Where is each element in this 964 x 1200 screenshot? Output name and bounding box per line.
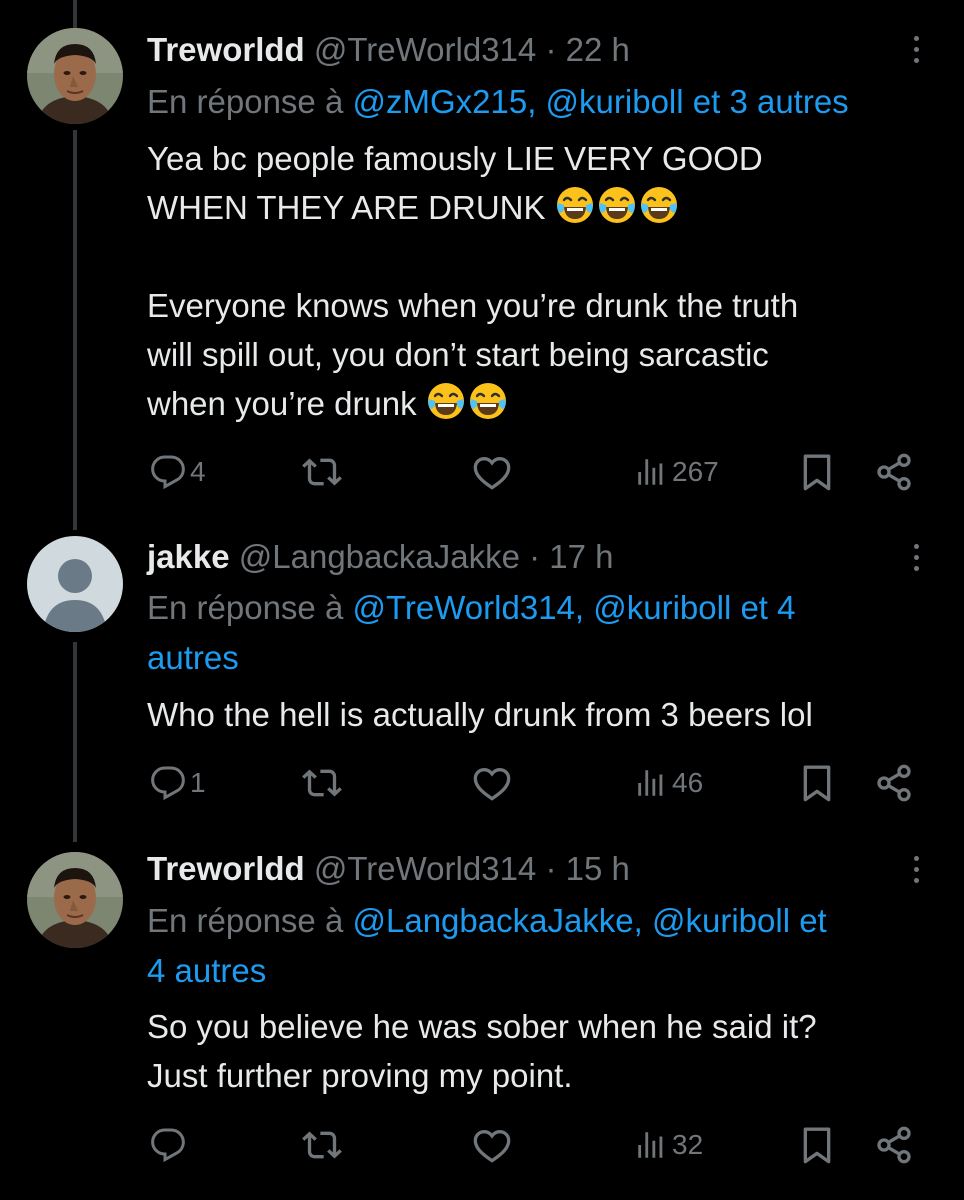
tweet-header: Treworldd @TreWorld314 · 22 h <box>147 25 630 75</box>
avatar[interactable] <box>27 852 123 948</box>
bookmark-button[interactable] <box>797 758 837 808</box>
views-icon <box>634 455 668 489</box>
reply-prefix: En réponse à <box>147 902 344 939</box>
bookmark-button[interactable] <box>797 1120 837 1170</box>
separator: · <box>545 850 557 887</box>
like-button[interactable] <box>472 1120 512 1170</box>
retweet-button[interactable] <box>302 1120 342 1170</box>
views-count: 267 <box>672 456 719 487</box>
tweet[interactable]: Treworldd @TreWorld314 · 22 h En réponse… <box>0 0 964 520</box>
reply-mentions[interactable]: 4 autres <box>147 946 937 996</box>
tweet[interactable]: Treworldd @TreWorld314 · 15 h En réponse… <box>0 840 964 1200</box>
laughing-emoji <box>555 185 595 225</box>
avatar[interactable] <box>27 536 123 632</box>
reply-mentions[interactable]: @zMGx215, @kuriboll et 3 autres <box>352 83 848 120</box>
tweet-text: So you believe he was sober when he said… <box>147 1002 937 1100</box>
reply-mentions[interactable]: @TreWorld314, @kuriboll et 4 <box>352 589 795 626</box>
retweet-icon <box>302 763 342 803</box>
more-icon[interactable] <box>906 856 926 896</box>
bookmark-button[interactable] <box>797 447 837 497</box>
reply-prefix: En réponse à <box>147 589 344 626</box>
share-button[interactable] <box>874 1120 914 1170</box>
tweet-header: jakke @LangbackaJakke · 17 h <box>147 532 614 582</box>
retweet-button[interactable] <box>302 758 342 808</box>
views-button[interactable]: 32 <box>634 1120 703 1170</box>
display-name[interactable]: Treworldd <box>147 850 305 887</box>
reply-context: En réponse à @TreWorld314, @kuriboll et … <box>147 583 937 683</box>
reply-button[interactable]: 1 <box>150 758 206 808</box>
views-count: 32 <box>672 1129 704 1160</box>
like-button[interactable] <box>472 447 512 497</box>
reply-icon <box>150 454 186 490</box>
views-icon <box>634 766 668 800</box>
reply-button[interactable]: 4 <box>150 447 206 497</box>
share-icon <box>874 763 914 803</box>
reply-count: 4 <box>190 456 206 487</box>
user-handle[interactable]: @LangbackaJakke <box>239 538 520 575</box>
laughing-emoji <box>468 381 508 421</box>
views-button[interactable]: 267 <box>634 447 719 497</box>
timestamp[interactable]: 17 h <box>549 538 613 575</box>
action-bar: 4 267 <box>0 447 964 497</box>
display-name[interactable]: jakke <box>147 538 230 575</box>
avatar-image <box>27 28 123 124</box>
reply-prefix: En réponse à <box>147 83 344 120</box>
text-line: Yea bc people famously LIE VERY GOOD <box>147 140 763 177</box>
display-name[interactable]: Treworldd <box>147 31 305 68</box>
tweet-text: Who the hell is actually drunk from 3 be… <box>147 690 937 739</box>
like-button[interactable] <box>472 758 512 808</box>
share-icon <box>874 452 914 492</box>
views-button[interactable]: 46 <box>634 758 703 808</box>
share-icon <box>874 1125 914 1165</box>
retweet-button[interactable] <box>302 447 342 497</box>
tweet-text: Yea bc people famously LIE VERY GOOD WHE… <box>147 134 937 428</box>
separator: · <box>545 31 557 68</box>
reply-mentions[interactable]: autres <box>147 633 937 683</box>
separator: · <box>529 538 541 575</box>
bookmark-icon <box>797 452 837 492</box>
reply-icon <box>150 765 186 801</box>
share-button[interactable] <box>874 447 914 497</box>
text-line: WHEN THEY ARE DRUNK <box>147 189 546 226</box>
avatar[interactable] <box>27 28 123 124</box>
tweet-header: Treworldd @TreWorld314 · 15 h <box>147 844 630 894</box>
avatar-image <box>27 536 123 632</box>
views-icon <box>634 1128 668 1162</box>
reply-button[interactable] <box>150 1120 190 1170</box>
tweet[interactable]: jakke @LangbackaJakke · 17 h En réponse … <box>0 520 964 840</box>
reply-icon <box>150 1127 186 1163</box>
text-line: will spill out, you don’t start being sa… <box>147 336 769 373</box>
timestamp[interactable]: 22 h <box>566 31 630 68</box>
text-line: Just further proving my point. <box>147 1057 573 1094</box>
text-line: So you believe he was sober when he said… <box>147 1008 817 1045</box>
text-line: Everyone knows when you’re drunk the tru… <box>147 287 799 324</box>
like-icon <box>472 1125 512 1165</box>
bookmark-icon <box>797 1125 837 1165</box>
like-icon <box>472 763 512 803</box>
avatar-image <box>27 852 123 948</box>
reply-count: 1 <box>190 767 206 798</box>
action-bar: 1 46 <box>0 758 964 808</box>
user-handle[interactable]: @TreWorld314 <box>314 850 536 887</box>
timestamp[interactable]: 15 h <box>566 850 630 887</box>
reply-context: En réponse à @LangbackaJakke, @kuriboll … <box>147 896 937 996</box>
more-icon[interactable] <box>906 36 926 76</box>
text-line: Who the hell is actually drunk from 3 be… <box>147 696 813 733</box>
action-bar: 32 <box>0 1120 964 1170</box>
views-count: 46 <box>672 767 704 798</box>
laughing-emoji <box>426 381 466 421</box>
like-icon <box>472 452 512 492</box>
reply-mentions[interactable]: @LangbackaJakke, @kuriboll et <box>352 902 826 939</box>
more-icon[interactable] <box>906 544 926 584</box>
reply-context: En réponse à @zMGx215, @kuriboll et 3 au… <box>147 77 937 127</box>
retweet-icon <box>302 1125 342 1165</box>
share-button[interactable] <box>874 758 914 808</box>
text-line: when you’re drunk <box>147 385 417 422</box>
user-handle[interactable]: @TreWorld314 <box>314 31 536 68</box>
laughing-emoji <box>639 185 679 225</box>
retweet-icon <box>302 452 342 492</box>
bookmark-icon <box>797 763 837 803</box>
laughing-emoji <box>597 185 637 225</box>
